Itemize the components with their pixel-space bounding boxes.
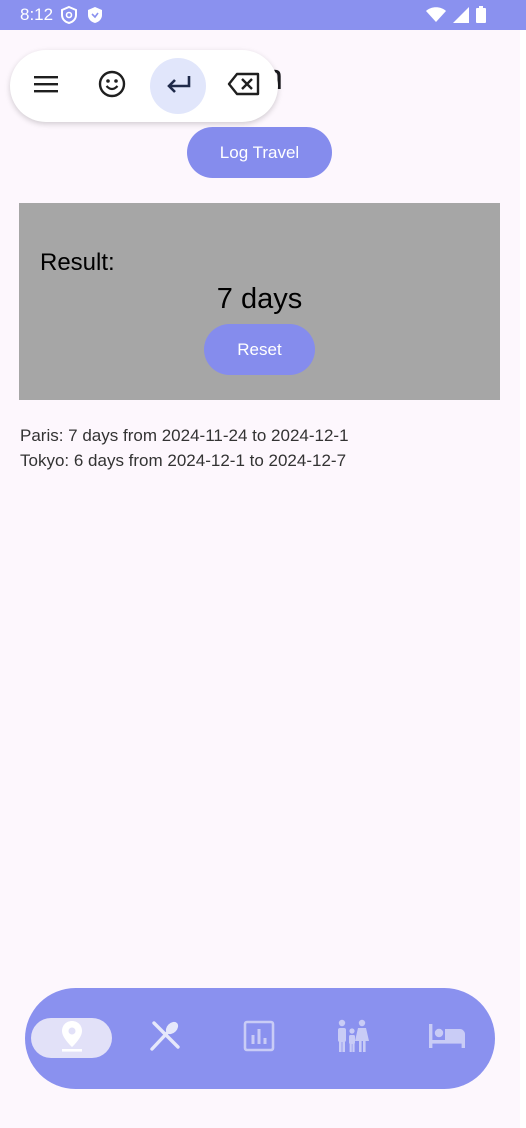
emoji-button[interactable] xyxy=(84,58,140,114)
status-time: 8:12 xyxy=(20,5,54,24)
wifi-icon xyxy=(426,6,446,28)
bar-chart-icon xyxy=(243,1020,275,1057)
nav-item-location[interactable] xyxy=(31,1018,112,1058)
keyboard-toolbar xyxy=(10,50,278,122)
status-bar: 8:12 xyxy=(0,0,526,30)
emoji-icon xyxy=(98,70,126,103)
menu-icon xyxy=(33,74,59,99)
battery-icon xyxy=(476,6,486,28)
travel-log-entry: Paris: 7 days from 2024-11-24 to 2024-12… xyxy=(20,426,349,445)
family-icon xyxy=(335,1019,371,1058)
reset-button[interactable]: Reset xyxy=(204,324,315,375)
shield-outline-icon xyxy=(60,5,78,30)
utensils-icon xyxy=(148,1019,182,1058)
location-pin-icon xyxy=(60,1020,84,1057)
bed-icon xyxy=(428,1023,466,1054)
screen-edge xyxy=(520,30,526,1128)
backspace-button[interactable] xyxy=(216,58,272,114)
nav-item-food[interactable] xyxy=(143,1018,187,1058)
travel-log-list: Paris: 7 days from 2024-11-24 to 2024-12… xyxy=(20,423,349,473)
nav-item-family[interactable] xyxy=(331,1018,375,1058)
result-label: Result: xyxy=(40,249,115,276)
nav-item-stats[interactable] xyxy=(237,1018,281,1058)
status-left-icons xyxy=(60,5,104,30)
backspace-icon xyxy=(227,71,261,102)
travel-log-entry: Tokyo: 6 days from 2024-12-1 to 2024-12-… xyxy=(20,451,347,470)
menu-button[interactable] xyxy=(18,58,74,114)
log-travel-button[interactable]: Log Travel xyxy=(187,127,332,178)
shield-filled-icon xyxy=(86,5,104,30)
bottom-navigation xyxy=(25,988,495,1089)
result-card: Result: 7 days Reset xyxy=(19,203,500,400)
signal-icon xyxy=(453,6,469,28)
status-right-icons xyxy=(426,6,486,28)
result-value: 7 days xyxy=(216,283,303,315)
enter-arrow-icon xyxy=(164,73,192,100)
enter-button[interactable] xyxy=(150,58,206,114)
nav-item-lodging[interactable] xyxy=(425,1018,469,1058)
